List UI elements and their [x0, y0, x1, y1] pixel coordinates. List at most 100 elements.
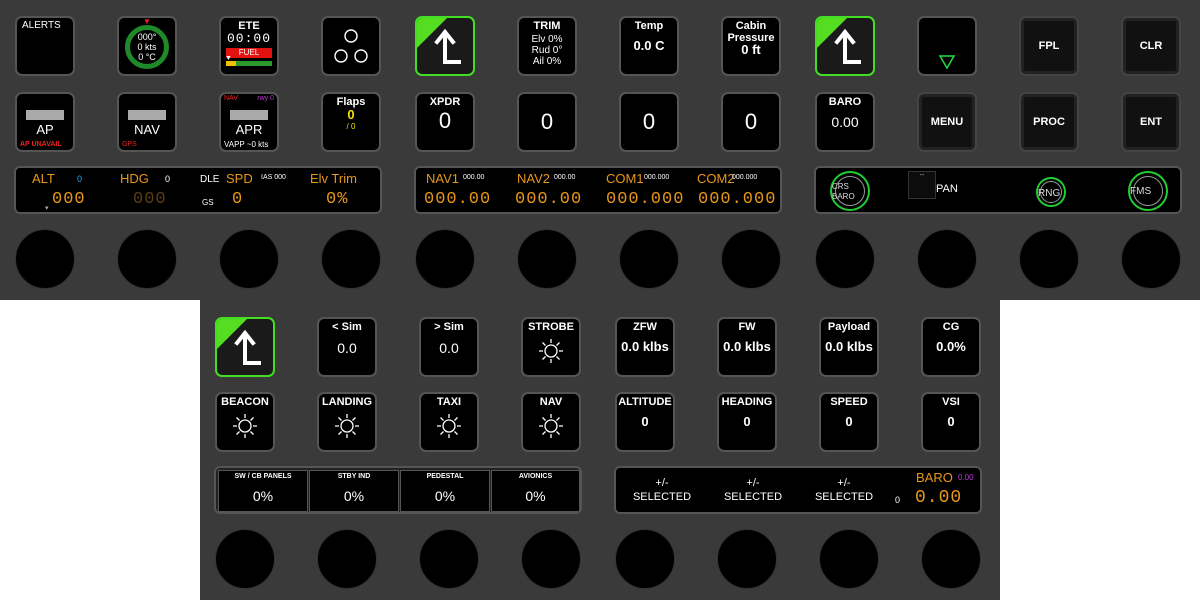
- dial-knob-3[interactable]: [219, 229, 279, 289]
- dial-knob-20[interactable]: [921, 529, 981, 589]
- dial-knob-14[interactable]: [317, 529, 377, 589]
- fms-strip[interactable]: CRS BARO -- PAN RNG FMS: [814, 166, 1182, 214]
- com2-standby: 000.000: [732, 174, 758, 181]
- lights-key[interactable]: [321, 16, 381, 76]
- proc-button[interactable]: PROC: [1019, 92, 1079, 152]
- radio-strip[interactable]: NAV1 000.00 000.00 NAV2 000.00 000.00 CO…: [414, 166, 782, 214]
- autopilot-strip[interactable]: ALT 0 000 ▾ HDG 0 000 DLE GS SPD IAS 000…: [14, 166, 382, 214]
- dial-knob-9[interactable]: [815, 229, 875, 289]
- trim-key[interactable]: TRIM Elv 0% Rud 0° Ail 0%: [517, 16, 577, 76]
- selected-group-1[interactable]: +/- SELECTED: [624, 476, 700, 504]
- dial-knob-10[interactable]: [917, 229, 977, 289]
- selection-strip[interactable]: +/- SELECTED +/- SELECTED +/- SELECTED B…: [614, 466, 982, 514]
- dial-knob-8[interactable]: [721, 229, 781, 289]
- dial-knob-11[interactable]: [1019, 229, 1079, 289]
- vsi-value: 0: [947, 414, 955, 429]
- ent-button[interactable]: ENT: [1121, 92, 1181, 152]
- sw-cb-panels-cell[interactable]: SW / CB PANELS 0%: [218, 470, 308, 512]
- menu-button[interactable]: MENU: [917, 92, 977, 152]
- rng-knob[interactable]: RNG: [1036, 177, 1066, 207]
- hdg-label: HDG: [120, 171, 149, 186]
- apr-runway-text: rwy 0: [257, 95, 274, 102]
- value-key-2[interactable]: 0: [619, 92, 679, 152]
- dial-knob-15[interactable]: [419, 529, 479, 589]
- ap-unavail-text: AP UNAVAIL: [20, 141, 62, 148]
- dial-knob-7[interactable]: [619, 229, 679, 289]
- back-button-1[interactable]: [415, 16, 475, 76]
- ete-key[interactable]: ETE 00:00 FUEL ▼: [219, 16, 279, 76]
- panel-lighting-strip[interactable]: SW / CB PANELS 0% STBY IND 0% PEDESTAL 0…: [214, 466, 582, 514]
- beacon-light-key[interactable]: BEACON: [215, 392, 275, 452]
- alt-small-value: 0: [77, 174, 83, 184]
- spd-small-value: IAS 000: [261, 174, 286, 181]
- landing-light-key[interactable]: LANDING: [317, 392, 377, 452]
- dle-label: DLE: [200, 174, 220, 185]
- speed-key[interactable]: SPEED 0: [819, 392, 879, 452]
- gs-label: GS: [202, 198, 214, 207]
- nav-light-key[interactable]: NAV: [521, 392, 581, 452]
- clr-button[interactable]: CLR: [1121, 16, 1181, 76]
- stby-ind-cell[interactable]: STBY IND 0%: [309, 470, 399, 512]
- down-key[interactable]: [917, 16, 977, 76]
- dial-knob-19[interactable]: [819, 529, 879, 589]
- selected-label-1: SELECTED: [632, 491, 692, 503]
- apr-key[interactable]: NAV rwy 0 APR VAPP ~0 kts: [219, 92, 279, 152]
- dial-knob-16[interactable]: [521, 529, 581, 589]
- zfw-key[interactable]: ZFW 0.0 klbs: [615, 317, 675, 377]
- dial-knob-12[interactable]: [1121, 229, 1181, 289]
- back-button-3[interactable]: [215, 317, 275, 377]
- speed-title: SPEED: [830, 396, 868, 408]
- less-sim-key[interactable]: < Sim 0.0: [317, 317, 377, 377]
- payload-key[interactable]: Payload 0.0 klbs: [819, 317, 879, 377]
- bottom-panel: < Sim 0.0 > Sim 0.0 STROBE ZFW 0.0 klbs …: [200, 300, 1000, 600]
- dial-knob-2[interactable]: [117, 229, 177, 289]
- sun-icon: [233, 414, 257, 438]
- dial-knob-1[interactable]: [15, 229, 75, 289]
- taxi-light-key[interactable]: TAXI: [419, 392, 479, 452]
- xpdr-title: XPDR: [429, 96, 461, 108]
- vsi-key[interactable]: VSI 0: [921, 392, 981, 452]
- fms-label: FMS: [1130, 186, 1152, 197]
- selected-group-2[interactable]: +/- SELECTED: [715, 476, 791, 504]
- ap-key[interactable]: AP AP UNAVAIL: [15, 92, 75, 152]
- com1-standby: 000.000: [644, 174, 670, 181]
- stby-ind-value: 0%: [343, 488, 365, 504]
- cabin-pressure-key[interactable]: Cabin Pressure 0 ft: [721, 16, 781, 76]
- alerts-key[interactable]: ALERTS: [15, 16, 75, 76]
- heading-key[interactable]: HEADING 0: [717, 392, 777, 452]
- nav-mode-key[interactable]: NAV GPS: [117, 92, 177, 152]
- fpl-button[interactable]: FPL: [1019, 16, 1079, 76]
- fms-knob[interactable]: FMS: [1128, 171, 1168, 211]
- dial-knob-17[interactable]: [615, 529, 675, 589]
- cg-key[interactable]: CG 0.0%: [921, 317, 981, 377]
- flaps-key[interactable]: Flaps 0 / 0: [321, 92, 381, 152]
- baro-key[interactable]: BARO 0.00: [815, 92, 875, 152]
- altitude-key[interactable]: ALTITUDE 0: [615, 392, 675, 452]
- temp-key[interactable]: Temp 0.0 C: [619, 16, 679, 76]
- fw-key[interactable]: FW 0.0 klbs: [717, 317, 777, 377]
- value-key-1[interactable]: 0: [517, 92, 577, 152]
- fw-title: FW: [738, 321, 756, 333]
- dial-knob-5[interactable]: [415, 229, 475, 289]
- back-button-2[interactable]: [815, 16, 875, 76]
- dial-knob-6[interactable]: [517, 229, 577, 289]
- dial-knob-18[interactable]: [717, 529, 777, 589]
- baro-strip-value: 0.00: [915, 488, 963, 508]
- value-key-3[interactable]: 0: [721, 92, 781, 152]
- sun-icon: [539, 339, 563, 363]
- baro-strip-zero: 0: [895, 495, 901, 505]
- trim-rudder: Rud 0°: [531, 45, 563, 56]
- compass-key[interactable]: ▼ 000° 0 kts 0 °C: [117, 16, 177, 76]
- selected-group-3[interactable]: +/- SELECTED: [806, 476, 882, 504]
- crs-baro-knob[interactable]: CRS BARO: [830, 171, 870, 211]
- pedestal-cell[interactable]: PEDESTAL 0%: [400, 470, 490, 512]
- avionics-cell[interactable]: AVIONICS 0%: [491, 470, 580, 512]
- temp-title: Temp: [634, 20, 664, 32]
- com2-active: 000.000: [698, 190, 777, 209]
- dial-knob-13[interactable]: [215, 529, 275, 589]
- more-sim-key[interactable]: > Sim 0.0: [419, 317, 479, 377]
- xpdr-key[interactable]: XPDR 0: [415, 92, 475, 152]
- ete-title: ETE: [238, 20, 260, 32]
- dial-knob-4[interactable]: [321, 229, 381, 289]
- strobe-light-key[interactable]: STROBE: [521, 317, 581, 377]
